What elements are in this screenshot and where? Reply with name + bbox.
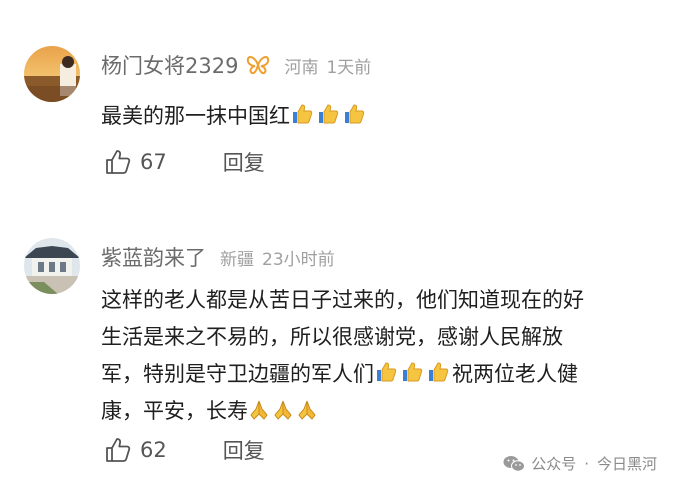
watermark-separator: · [584,454,589,473]
timestamp: 1天前 [326,57,372,78]
thumbs-up-icon [293,104,313,124]
username[interactable]: 紫蓝韵来了 [101,242,206,272]
comment-page: 杨门女将2329 河南 1天前 最美的那一抹中国红 67 回复 紫蓝韵来了 新疆… [0,0,679,490]
watermark-account-type: 公众号 [531,455,577,473]
thumbs-up-icon [377,362,397,382]
timestamp: 23小时前 [262,249,335,270]
thumbs-up-icon [403,362,423,382]
like-outline-icon [106,150,131,174]
comment-text-segment: 康，平安，长寿 [101,399,248,423]
comment-text-line: 生活是来之不易的，所以很感谢党，感谢人民解放 [101,325,563,349]
location: 河南 [284,57,319,78]
comment-header: 紫蓝韵来了 新疆 23小时前 [101,242,335,272]
like-count: 62 [140,438,167,462]
comment-text-body: 最美的那一抹中国红 [101,104,290,128]
location: 新疆 [220,249,254,270]
emoji-group [248,399,320,421]
like-button[interactable]: 67 [104,148,167,176]
avatar[interactable] [24,238,80,294]
praying-hands-icon [274,400,292,420]
watermark: 公众号 · 今日黑河 [503,453,657,474]
comment-actions: 67 回复 [104,147,265,177]
thumbs-up-icon [429,362,449,382]
comment-text-segment: 祝两位老人健 [452,362,578,386]
emoji-group [290,102,368,126]
thumbs-up-icon [319,104,339,124]
comment-header: 杨门女将2329 河南 1天前 [101,50,371,80]
butterfly-badge-icon [246,55,270,75]
reply-button[interactable]: 回复 [223,435,265,465]
like-outline-icon [106,438,131,462]
praying-hands-icon [298,400,316,420]
like-count: 67 [140,150,167,174]
username[interactable]: 杨门女将2329 [101,50,238,80]
praying-hands-icon [250,400,268,420]
wechat-icon [503,455,526,473]
watermark-account-name: 今日黑河 [596,455,657,473]
comment-text-line: 这样的老人都是从苦日子过来的，他们知道现在的好 [101,288,584,312]
comment-text-segment: 军，特别是守卫边疆的军人们 [101,362,374,386]
comment-text: 这样的老人都是从苦日子过来的，他们知道现在的好 生活是来之不易的，所以很感谢党，… [101,282,673,430]
thumbs-up-icon [345,104,365,124]
comment-actions: 62 回复 [104,435,265,465]
comment-text: 最美的那一抹中国红 [101,98,673,135]
comment-text-line: 军，特别是守卫边疆的军人们 祝两位老人健 [101,356,673,393]
reply-button[interactable]: 回复 [223,147,265,177]
avatar[interactable] [24,46,80,102]
emoji-group [374,360,452,384]
like-button[interactable]: 62 [104,436,167,464]
comment-text-line: 康，平安，长寿 [101,393,673,430]
